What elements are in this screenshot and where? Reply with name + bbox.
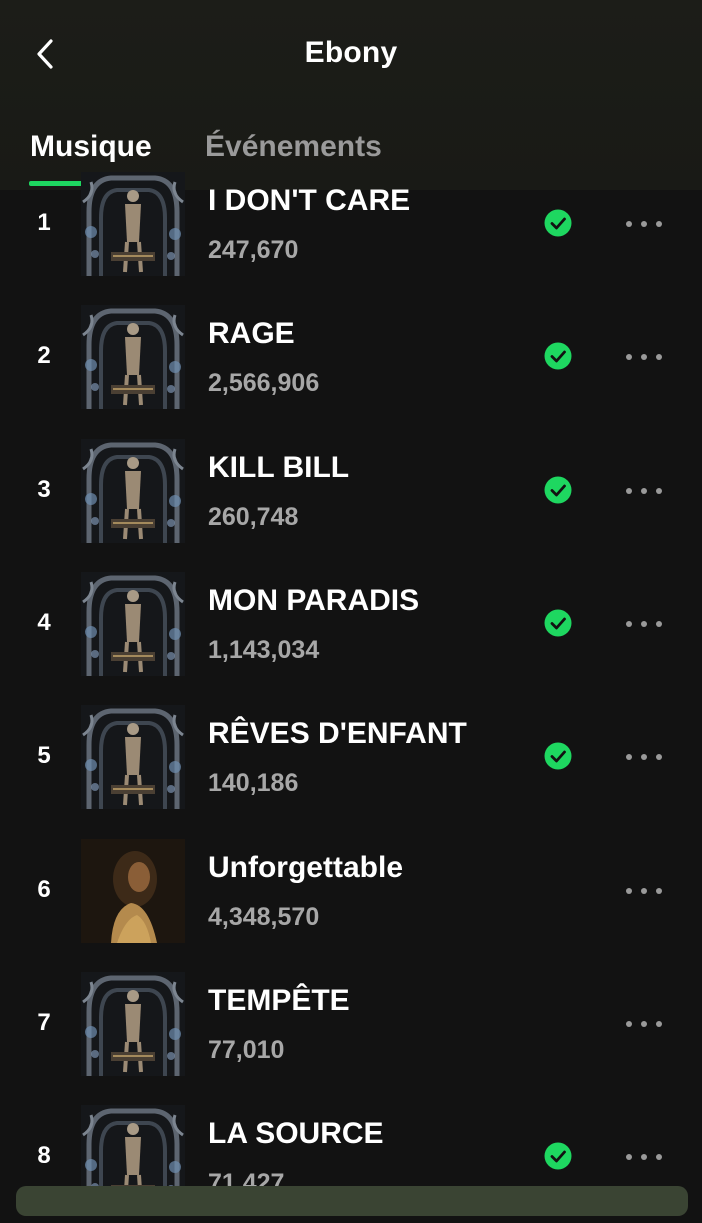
track-play-count: 260,748 bbox=[208, 503, 299, 531]
track-title: KILL BILL bbox=[208, 451, 350, 484]
track-rank: 3 bbox=[37, 476, 51, 503]
more-dots-icon bbox=[624, 1015, 664, 1033]
more-dots-icon bbox=[624, 482, 664, 500]
track-row[interactable]: 1 I DON'T CARE 247,670 bbox=[0, 157, 702, 290]
track-play-count: 1,143,034 bbox=[208, 636, 320, 664]
mini-player[interactable] bbox=[16, 1186, 688, 1216]
track-play-count: 140,186 bbox=[208, 769, 299, 797]
more-dots-icon bbox=[624, 882, 664, 900]
page-title: Ebony bbox=[304, 36, 398, 69]
track-rank: 6 bbox=[37, 876, 51, 903]
track-rank: 5 bbox=[37, 742, 51, 769]
track-row[interactable]: 5 RÊVES D'ENFANT 140,186 bbox=[0, 690, 702, 823]
track-play-count: 77,010 bbox=[208, 1036, 285, 1064]
saved-check-icon[interactable] bbox=[544, 1142, 572, 1170]
track-play-count: 2,566,906 bbox=[208, 369, 320, 397]
track-row[interactable]: 2 RAGE 2,566,906 bbox=[0, 290, 702, 423]
track-title: LA SOURCE bbox=[208, 1117, 384, 1150]
saved-check-icon[interactable] bbox=[544, 742, 572, 770]
more-dots-icon bbox=[624, 348, 664, 366]
track-rank: 1 bbox=[37, 209, 51, 236]
track-row[interactable]: 7 TEMPÊTE 77,010 bbox=[0, 957, 702, 1090]
track-row[interactable]: 3 KILL BILL 260,748 bbox=[0, 424, 702, 557]
track-title: MON PARADIS bbox=[208, 584, 420, 617]
track-cover-image bbox=[81, 572, 185, 676]
saved-check-icon[interactable] bbox=[544, 209, 572, 237]
track-cover-image bbox=[81, 305, 185, 409]
track-title: RAGE bbox=[208, 317, 295, 350]
track-cover-image bbox=[81, 972, 185, 1076]
track-play-count: 4,348,570 bbox=[208, 903, 320, 931]
track-cover-image bbox=[81, 839, 185, 943]
more-options-button[interactable] bbox=[618, 471, 670, 511]
track-title: RÊVES D'ENFANT bbox=[208, 717, 467, 750]
track-cover-image bbox=[81, 439, 185, 543]
more-options-button[interactable] bbox=[618, 1137, 670, 1177]
saved-check-icon[interactable] bbox=[544, 609, 572, 637]
track-play-count: 247,670 bbox=[208, 236, 299, 264]
more-options-button[interactable] bbox=[618, 871, 670, 911]
more-dots-icon bbox=[624, 1148, 664, 1166]
track-cover-image bbox=[81, 705, 185, 809]
more-dots-icon bbox=[624, 215, 664, 233]
track-row[interactable]: 4 MON PARADIS 1,143,034 bbox=[0, 557, 702, 690]
saved-check-icon[interactable] bbox=[544, 476, 572, 504]
more-options-button[interactable] bbox=[618, 204, 670, 244]
more-options-button[interactable] bbox=[618, 604, 670, 644]
track-title: Unforgettable bbox=[208, 851, 403, 884]
track-rank: 4 bbox=[37, 609, 51, 636]
saved-check-icon[interactable] bbox=[544, 342, 572, 370]
track-title: I DON'T CARE bbox=[208, 184, 411, 217]
track-rank: 2 bbox=[37, 342, 51, 369]
track-rank: 7 bbox=[37, 1009, 51, 1036]
track-cover-image bbox=[81, 172, 185, 276]
more-options-button[interactable] bbox=[618, 737, 670, 777]
track-rank: 8 bbox=[37, 1142, 51, 1169]
more-options-button[interactable] bbox=[618, 1004, 670, 1044]
more-dots-icon bbox=[624, 615, 664, 633]
more-dots-icon bbox=[624, 748, 664, 766]
track-title: TEMPÊTE bbox=[208, 984, 350, 1017]
more-options-button[interactable] bbox=[618, 337, 670, 377]
track-row[interactable]: 6 Unforgettable 4,348,570 bbox=[0, 824, 702, 957]
